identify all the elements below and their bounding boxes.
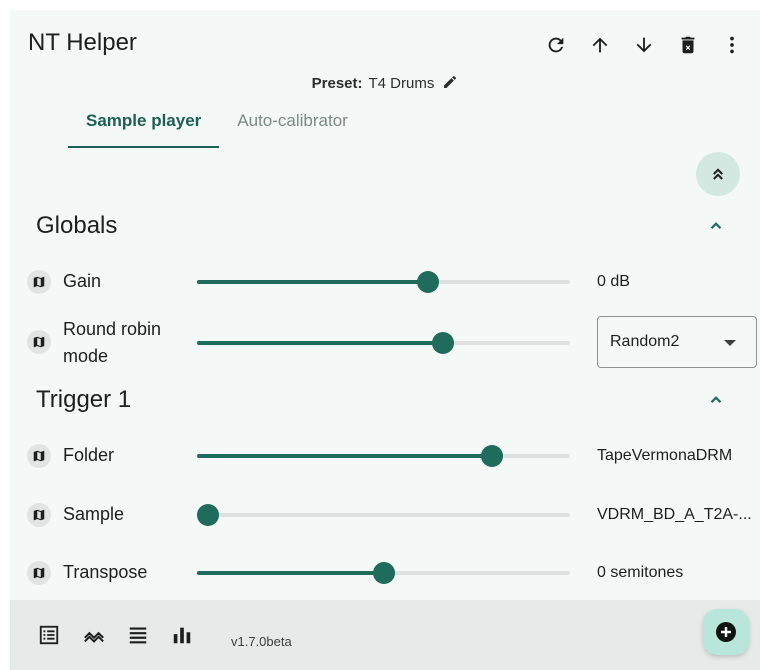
tab-sample-player[interactable]: Sample player — [68, 110, 220, 148]
double-chevron-up-icon — [713, 168, 723, 180]
delete-button[interactable] — [666, 30, 710, 60]
map-icon — [33, 509, 45, 521]
menu-lines-icon — [129, 627, 147, 644]
param-value: 0 semitones — [597, 564, 684, 581]
param-value: VDRM_BD_A_T2A-... — [597, 506, 752, 523]
pencil-icon — [444, 75, 457, 88]
slider-thumb[interactable] — [197, 504, 220, 526]
arrow-up-icon — [592, 37, 608, 53]
mapping-button[interactable] — [27, 561, 51, 585]
move-down-button[interactable] — [622, 30, 666, 60]
slider-fill — [197, 454, 492, 458]
sample-slider[interactable] — [197, 504, 570, 526]
levels-button[interactable] — [168, 621, 196, 649]
select-value: Random2 — [610, 333, 680, 350]
round-robin-select[interactable]: Random2 — [597, 316, 757, 368]
app-title: NT Helper — [28, 29, 137, 56]
chevron-up-icon — [710, 222, 722, 230]
refresh-icon — [548, 37, 564, 53]
param-value: TapeVermonaDRM — [597, 447, 733, 464]
param-label: Gain — [63, 271, 102, 291]
section-title-globals: Globals — [36, 212, 118, 239]
collapse-all-button[interactable] — [696, 152, 740, 196]
slider-thumb[interactable] — [432, 332, 455, 354]
collapse-trigger-1-button[interactable] — [702, 386, 730, 414]
refresh-button[interactable] — [534, 30, 578, 60]
transpose-slider[interactable] — [197, 562, 570, 584]
preset-name: T4 Drums — [368, 75, 435, 92]
bar-chart-icon — [173, 627, 191, 644]
add-circle-icon — [716, 622, 736, 642]
mapping-button[interactable] — [27, 503, 51, 527]
slider-thumb[interactable] — [417, 271, 440, 293]
arrow-down-icon — [636, 37, 652, 53]
folder-slider[interactable] — [197, 445, 570, 467]
delete-icon — [681, 36, 695, 54]
gain-slider[interactable] — [197, 271, 570, 293]
map-icon — [33, 336, 45, 348]
toolbar — [534, 30, 754, 60]
version-label: v1.7.0beta — [231, 634, 292, 649]
bottom-app-bar: v1.7.0beta — [10, 600, 760, 670]
caret-down-icon — [724, 340, 736, 346]
collapse-globals-button[interactable] — [702, 212, 730, 240]
tab-auto-calibrator[interactable]: Auto-calibrator — [219, 110, 366, 148]
mapping-button[interactable] — [27, 330, 51, 354]
slider-thumb[interactable] — [372, 562, 395, 584]
move-up-button[interactable] — [578, 30, 622, 60]
add-button[interactable] — [703, 609, 749, 655]
routing-icon — [84, 631, 104, 643]
more-button[interactable] — [710, 30, 754, 60]
slider-fill — [197, 571, 384, 575]
parameters-button[interactable] — [124, 621, 152, 649]
app-window: NT Helper Preset: T4 Drums Sample player … — [10, 10, 760, 670]
chevron-up-icon — [710, 396, 722, 404]
slider-thumb[interactable] — [480, 445, 503, 467]
preset-label: Preset: — [311, 75, 363, 92]
edit-preset-button[interactable] — [442, 74, 458, 94]
param-label-line2: mode — [63, 346, 109, 366]
tab-bar: Sample player Auto-calibrator — [68, 110, 366, 148]
routing-button[interactable] — [80, 621, 108, 649]
map-icon — [33, 276, 45, 288]
slider-fill — [197, 341, 444, 345]
list-view-button[interactable] — [35, 621, 63, 649]
section-title-trigger-1: Trigger 1 — [36, 386, 132, 413]
more-vert-icon — [730, 36, 734, 54]
mapping-button[interactable] — [27, 444, 51, 468]
slider-fill — [197, 280, 429, 284]
round-robin-slider[interactable] — [197, 332, 570, 354]
map-icon — [33, 567, 45, 579]
param-label: Sample — [63, 504, 125, 524]
mapping-button[interactable] — [27, 270, 51, 294]
param-value: 0 dB — [597, 273, 630, 290]
list-view-icon — [39, 625, 59, 645]
map-icon — [33, 450, 45, 462]
param-label: Folder — [63, 445, 115, 465]
param-label-line1: Round robin — [63, 319, 162, 339]
param-label: Transpose — [63, 562, 148, 582]
preset-info: Preset: T4 Drums — [10, 74, 760, 94]
